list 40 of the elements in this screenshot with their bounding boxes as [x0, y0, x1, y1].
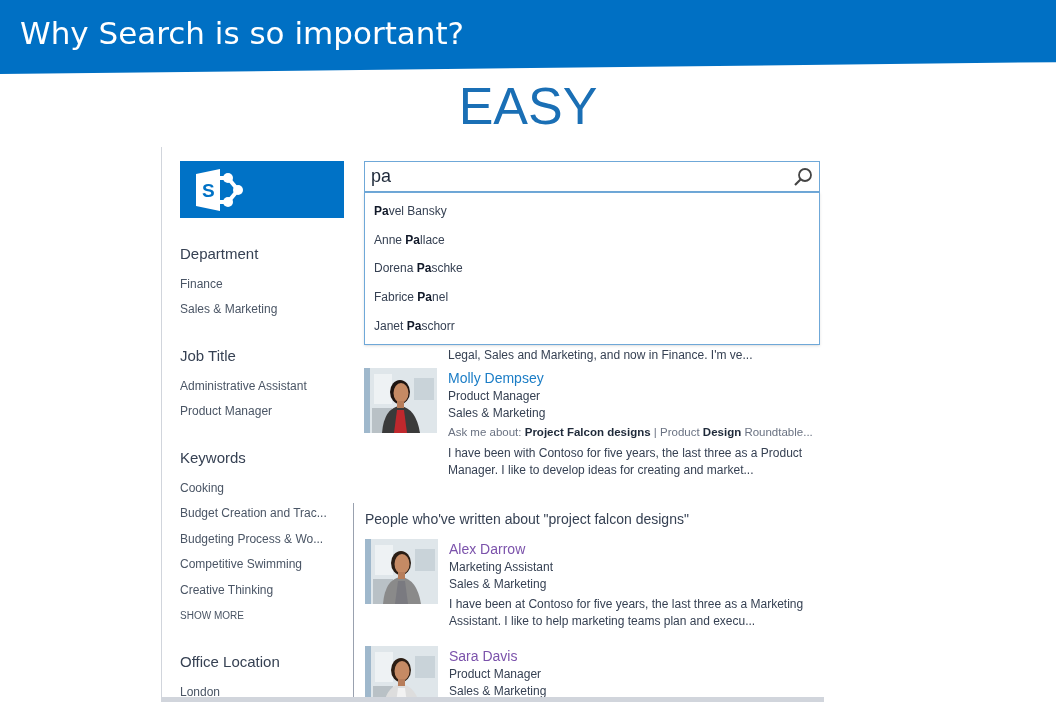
refiner-link[interactable]: Budget Creation and Trac...	[180, 504, 327, 523]
job-title: Marketing Assistant	[449, 559, 554, 576]
section-heading: People who've written about "project falcon designs"	[365, 511, 689, 527]
suggestion-item[interactable]: Pavel Bansky	[374, 202, 447, 221]
refiner-link[interactable]: Budgeting Process & Wo...	[180, 529, 324, 548]
refiner-link[interactable]: London	[180, 682, 221, 701]
profile-snippet: Legal, Sales and Marketing, and now in Finance. I'm ve...	[448, 348, 753, 362]
search-icon[interactable]	[793, 166, 813, 187]
profile-snippet: I have been with Contoso for five years, the last three as a Product Manager. I like to develop ideas for creating and market...	[448, 445, 804, 479]
ask-me-about-text: Ask me about: Project Falcon designs | Product Design Roundtable...	[448, 425, 813, 440]
refiner-heading: Job Title	[180, 346, 236, 366]
job-title: Product Manager	[449, 666, 542, 683]
person-name-link[interactable]: Molly Dempsey	[448, 368, 544, 388]
suggestion-item[interactable]: Janet Paschorr	[374, 316, 455, 335]
refiner-link[interactable]: Sales & Marketing	[180, 300, 278, 319]
department: Sales & Marketing	[448, 405, 546, 422]
suggestion-item[interactable]: Dorena Paschke	[374, 259, 463, 278]
refiner-heading: Keywords	[180, 448, 246, 468]
refiner-link[interactable]: Creative Thinking	[180, 580, 274, 599]
department: Sales & Marketing	[449, 576, 547, 593]
refiner-heading: Department	[180, 244, 259, 264]
person-name-link[interactable]: Alex Darrow	[449, 539, 526, 559]
suggestion-item[interactable]: Anne Pallace	[374, 230, 445, 249]
slide-title: Why Search is so important?	[20, 14, 465, 52]
logo-tile[interactable]: S	[180, 161, 344, 218]
refiner-link[interactable]: Competitive Swimming	[180, 555, 303, 574]
show-more-link[interactable]: SHOW MORE	[180, 607, 244, 623]
slide-subtitle: EASY	[458, 76, 598, 136]
search-field[interactable]: pa	[364, 161, 820, 192]
refiner-heading: Office Location	[180, 652, 280, 672]
refiner-link[interactable]: Administrative Assistant	[180, 376, 307, 395]
suggestion-item[interactable]: Fabrice Panel	[374, 288, 449, 307]
refiner-link[interactable]: Cooking	[180, 478, 225, 497]
scrollbar[interactable]	[162, 697, 824, 702]
department: Sales & Marketing	[449, 683, 547, 700]
refiner-link[interactable]: Product Manager	[180, 402, 273, 421]
person-name-link[interactable]: Sara Davis	[449, 646, 518, 666]
profile-snippet: I have been at Contoso for five years, the last three as a Marketing Assistant. I like to help marketing teams plan and execu...	[449, 596, 805, 630]
refiner-link[interactable]: Finance	[180, 274, 223, 293]
job-title: Product Manager	[448, 388, 541, 405]
